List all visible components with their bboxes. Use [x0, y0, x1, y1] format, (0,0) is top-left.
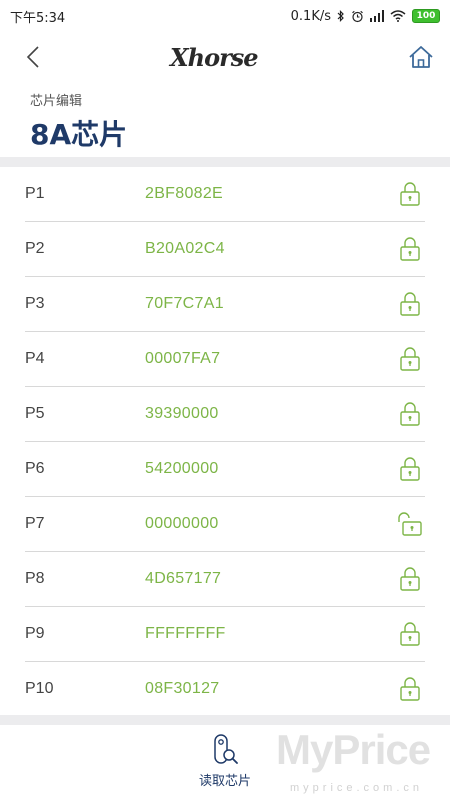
lock-icon[interactable]	[397, 236, 423, 262]
chip-edit-screen: 下午5:34 0.1K/s 100 Xhorse 芯片编辑 8A芯片 P1 2B…	[0, 0, 450, 800]
page-label: P6	[25, 460, 45, 477]
page-value: FFFFFFFF	[145, 625, 226, 642]
nav-bar: Xhorse	[0, 32, 450, 82]
myprice-watermark: MyPrice myprice.com.cn	[276, 726, 431, 794]
lock-icon[interactable]	[397, 346, 423, 372]
home-icon	[409, 46, 433, 68]
list-item[interactable]: P8 4D657177	[25, 552, 425, 607]
status-indicators: 0.1K/s 100	[291, 9, 440, 24]
lock-icon[interactable]	[397, 566, 423, 592]
key-search-icon	[211, 734, 239, 766]
bluetooth-icon	[337, 10, 345, 22]
page-label: P10	[25, 680, 54, 697]
bottom-divider	[0, 715, 450, 725]
signal-icon	[370, 10, 384, 22]
page-value: 4D657177	[145, 570, 222, 587]
lock-icon[interactable]	[397, 676, 423, 702]
page-label: P3	[25, 295, 45, 312]
alarm-icon	[351, 10, 364, 23]
network-speed: 0.1K/s	[290, 8, 331, 24]
page-label: P7	[25, 515, 45, 532]
section-divider	[0, 157, 450, 167]
xhorse-logo: Xhorse	[170, 42, 259, 72]
page-subtitle: 芯片编辑	[30, 94, 83, 109]
status-time: 下午5:34	[10, 10, 66, 26]
page-value: 00007FA7	[145, 350, 221, 367]
page-label: P5	[25, 405, 45, 422]
unlock-icon[interactable]	[397, 511, 423, 537]
page-value: 08F30127	[145, 680, 220, 697]
lock-icon[interactable]	[397, 456, 423, 482]
lock-icon[interactable]	[397, 401, 423, 427]
list-item[interactable]: P4 00007FA7	[25, 332, 425, 387]
chip-pages-list: P1 2BF8082E P2 B20A02C4 P3 70F7C7A1 P4 0…	[0, 167, 450, 717]
battery-indicator: 100	[412, 9, 440, 23]
page-value: 39390000	[145, 405, 219, 422]
lock-icon[interactable]	[397, 291, 423, 317]
page-value: 2BF8082E	[145, 185, 224, 202]
read-chip-label: 读取芯片	[198, 774, 251, 789]
page-label: P1	[25, 185, 45, 202]
page-value: 54200000	[145, 460, 219, 477]
list-item[interactable]: P9 FFFFFFFF	[25, 607, 425, 662]
list-item[interactable]: P3 70F7C7A1	[25, 277, 425, 332]
lock-icon[interactable]	[397, 181, 423, 207]
page-label: P9	[25, 625, 45, 642]
list-item[interactable]: P10 08F30127	[25, 662, 425, 717]
page-label: P8	[25, 570, 45, 587]
read-chip-button[interactable]: 读取芯片	[185, 734, 265, 790]
list-item[interactable]: P5 39390000	[25, 387, 425, 442]
page-label: P2	[25, 240, 45, 257]
status-bar: 下午5:34 0.1K/s 100	[0, 0, 450, 32]
page-label: P4	[25, 350, 45, 367]
page-value: 70F7C7A1	[145, 295, 224, 312]
list-item[interactable]: P2 B20A02C4	[25, 222, 425, 277]
page-value: B20A02C4	[145, 240, 225, 257]
page-value: 00000000	[145, 515, 219, 532]
list-item[interactable]: P1 2BF8082E	[25, 167, 425, 222]
lock-icon[interactable]	[397, 621, 423, 647]
wifi-icon	[390, 10, 406, 22]
list-item[interactable]: P6 54200000	[25, 442, 425, 497]
home-button[interactable]	[406, 42, 436, 72]
chevron-left-icon	[26, 46, 39, 68]
back-button[interactable]	[18, 40, 48, 74]
list-item[interactable]: P7 00000000	[25, 497, 425, 552]
page-title: 8A芯片	[30, 118, 128, 151]
